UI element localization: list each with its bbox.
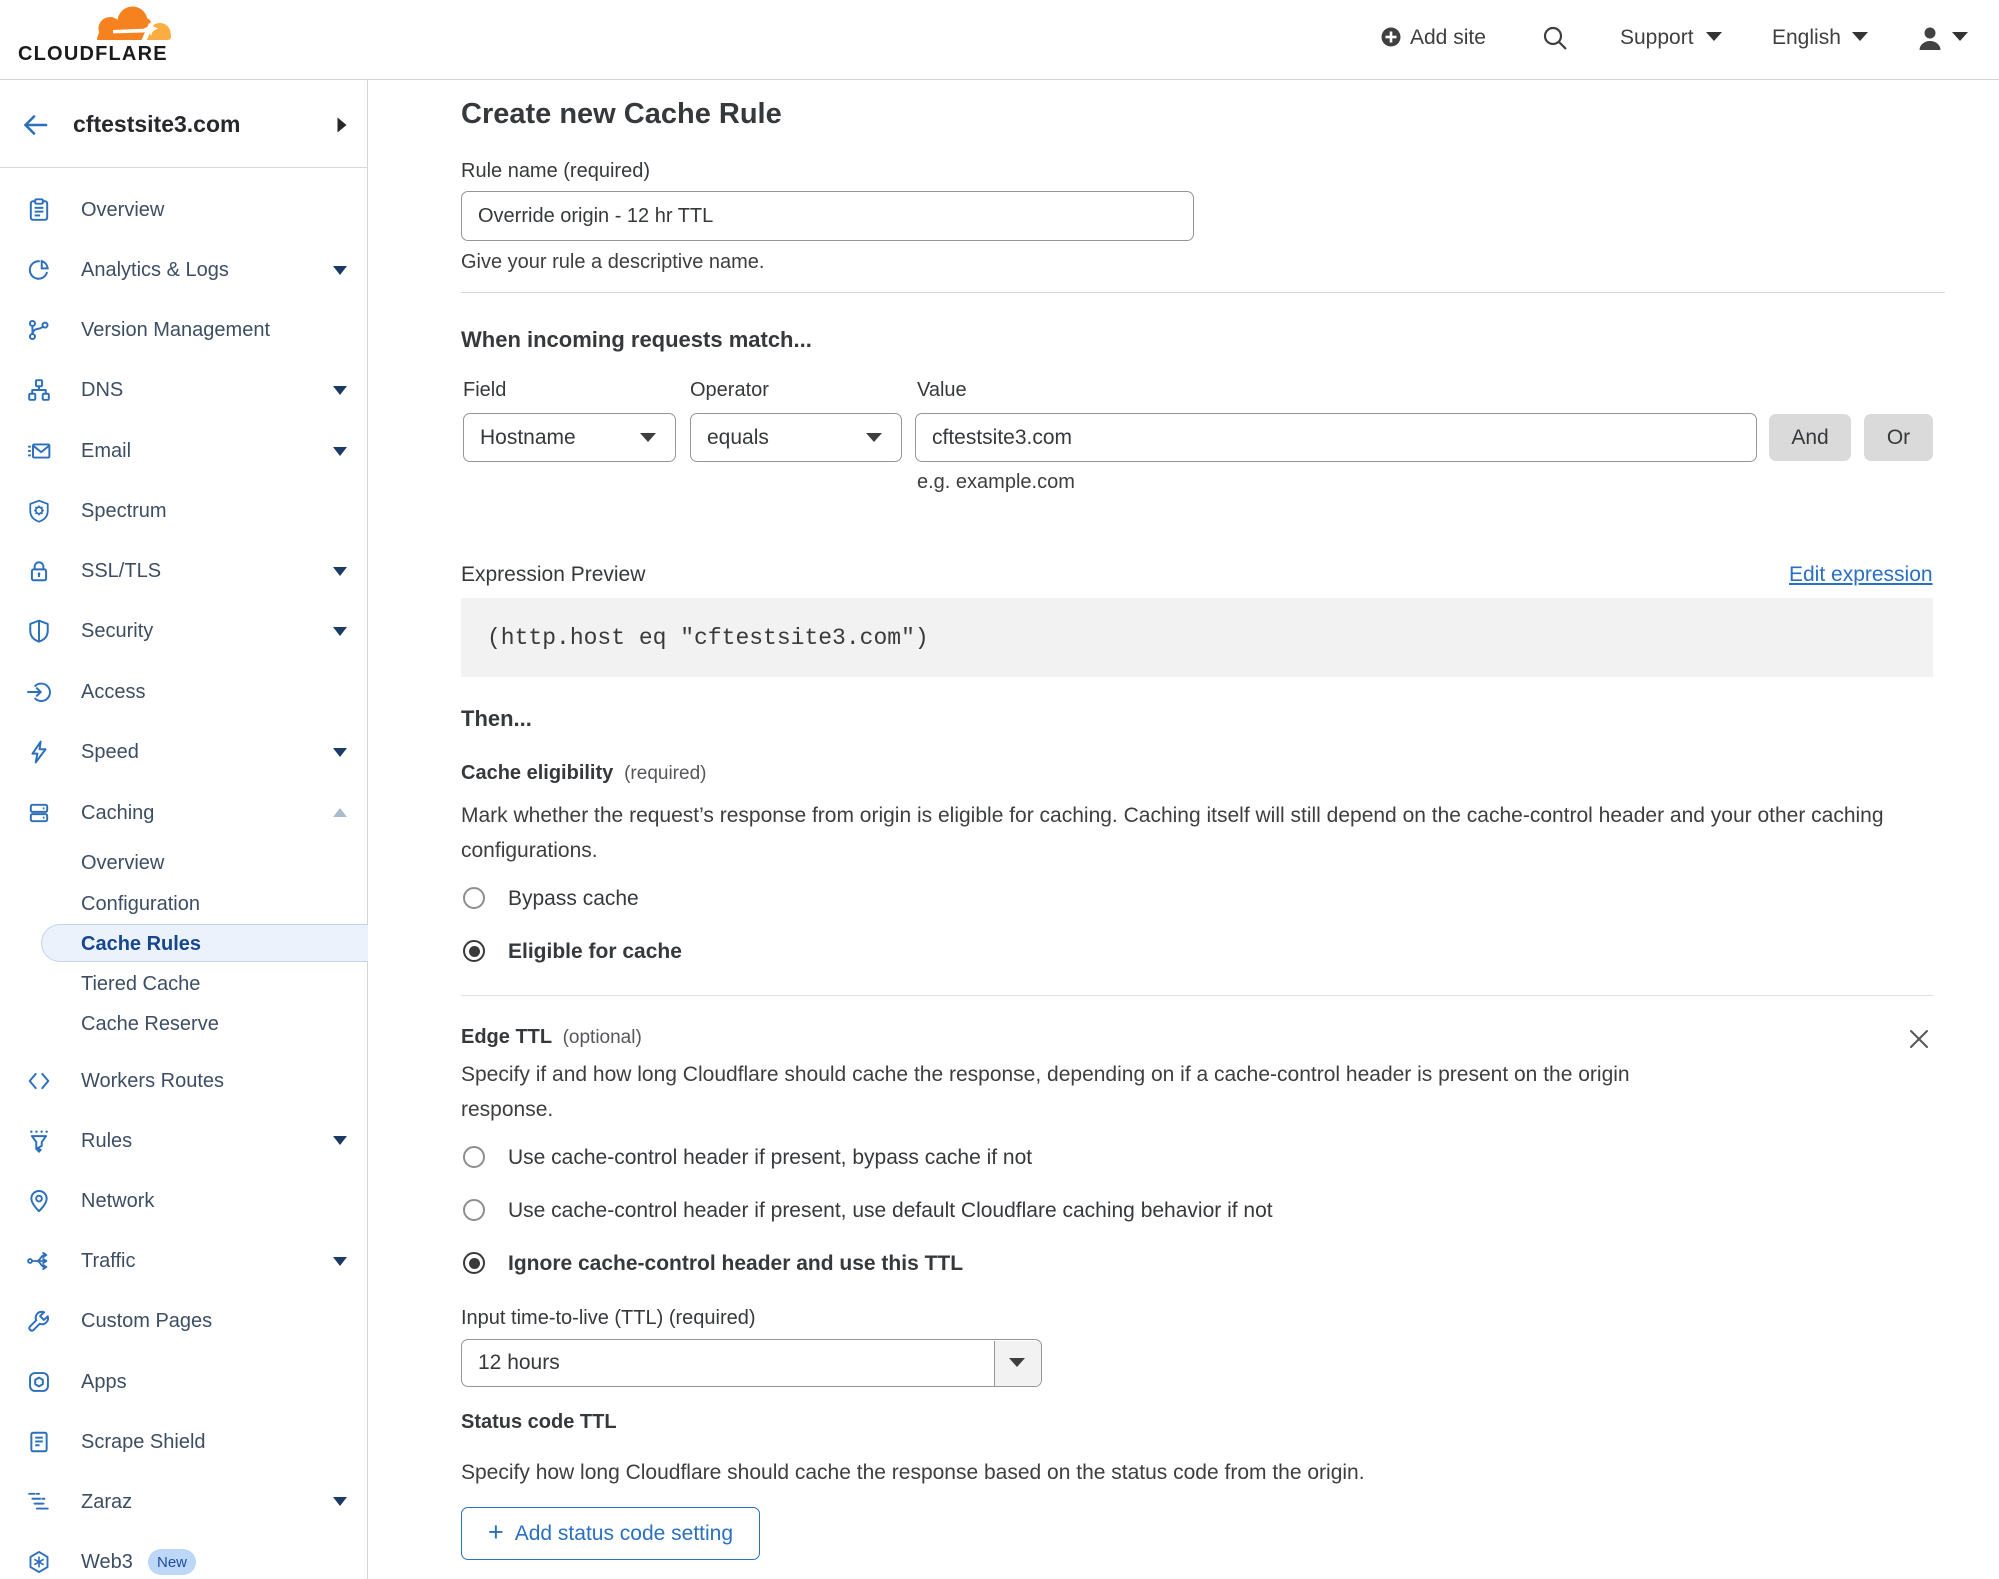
svg-text:CLOUDFLARE: CLOUDFLARE bbox=[18, 43, 168, 62]
